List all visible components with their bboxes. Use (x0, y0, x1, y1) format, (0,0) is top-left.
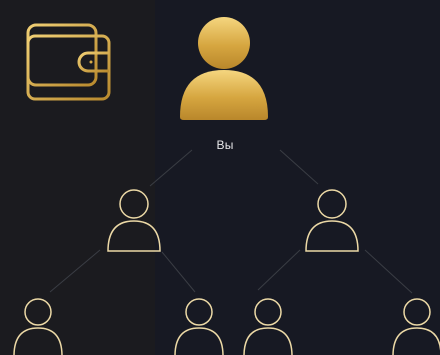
tree-connectors (49, 149, 413, 294)
connector-left-right (161, 251, 196, 293)
referral-tree (13, 17, 440, 355)
user-outline-icon (392, 298, 440, 355)
user-outline-icon (174, 298, 224, 355)
connector-root-left (149, 149, 193, 187)
user-outline-icon (107, 189, 161, 252)
root-user-label: Вы (216, 138, 234, 152)
user-icon (180, 17, 268, 120)
connector-root-right (279, 149, 319, 185)
user-outline-icon (243, 298, 293, 355)
connector-right-right (364, 249, 413, 294)
connector-left-left (49, 249, 101, 293)
wallet-icon[interactable] (26, 23, 111, 101)
connector-right-left (257, 249, 301, 291)
user-outline-icon (305, 189, 359, 252)
user-outline-icon (13, 298, 63, 355)
